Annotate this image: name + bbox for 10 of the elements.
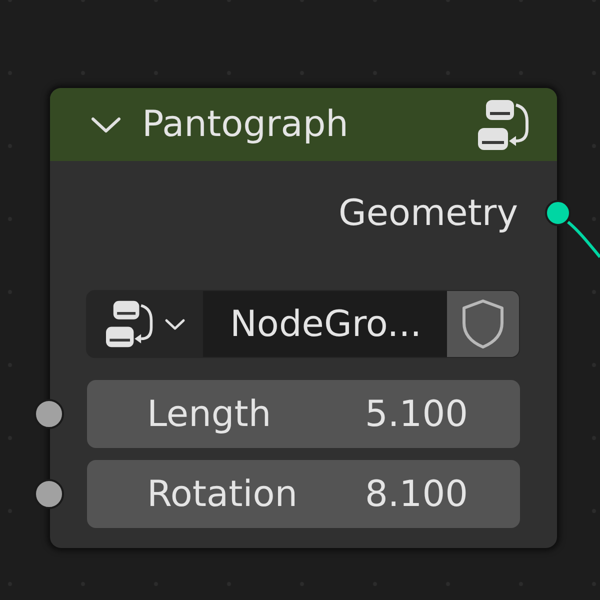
socket-icon[interactable] (34, 479, 64, 509)
link-wire[interactable] (567, 220, 600, 258)
number-field[interactable]: Length 5.100 (87, 380, 520, 448)
node-group-icon (478, 98, 530, 150)
socket-icon[interactable] (545, 200, 571, 226)
socket-icon[interactable] (34, 399, 64, 429)
number-field[interactable]: Rotation 8.100 (87, 460, 520, 528)
chevron-icon[interactable] (90, 116, 122, 134)
socket-label: Geometry (338, 192, 518, 234)
node-title: Pantograph (142, 104, 350, 145)
